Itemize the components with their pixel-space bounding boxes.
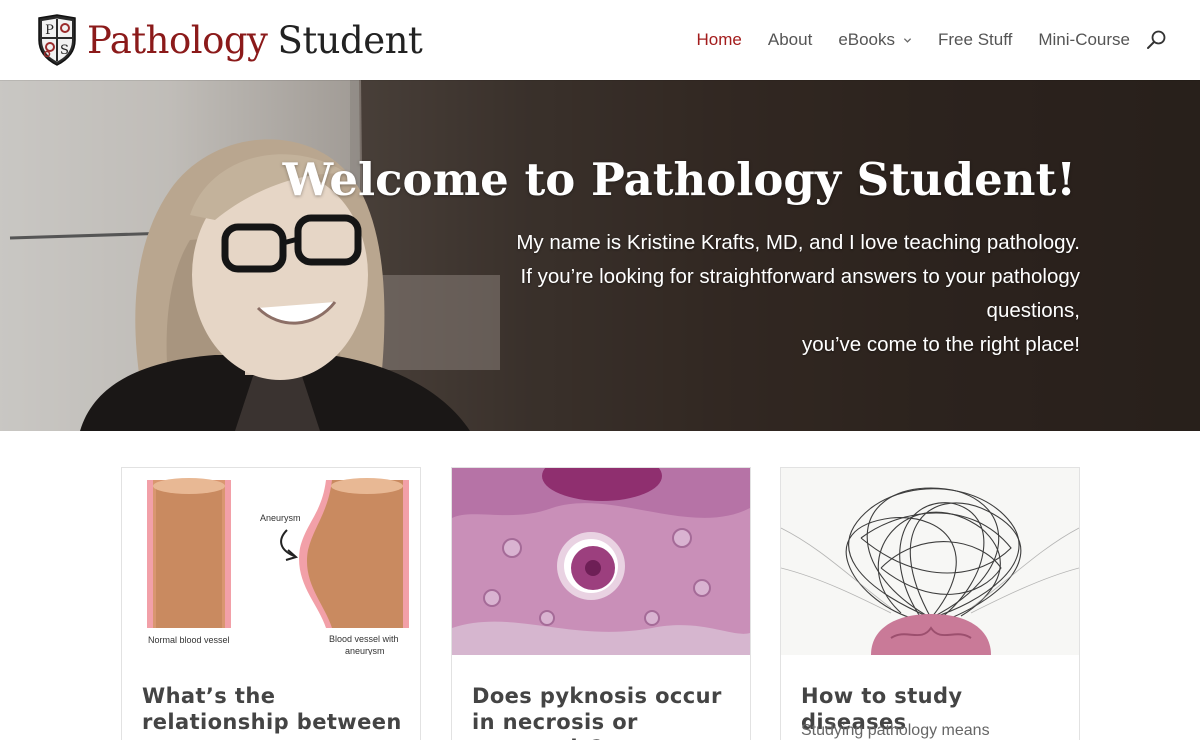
post-card-pyknosis[interactable]: Does pyknosis occur in necrosis or apopt… [451,467,751,740]
hero-line-2: If you’re looking for straightforward an… [520,265,1080,288]
nav-home[interactable]: Home [697,30,742,50]
nav-about[interactable]: About [768,30,812,50]
post-card-study-diseases[interactable]: How to study diseases Studying pathology… [780,467,1080,740]
logo-word-pathology: Pathology [87,18,268,62]
logo-word-student: Student [277,18,423,62]
nav-mini-course-label: Mini-Course [1038,30,1130,49]
post-card-aneurysm[interactable]: Aneurysm Normal blood vessel Blood vesse… [121,467,421,740]
hero-line-1: My name is Kristine Krafts, MD, and I lo… [516,231,1080,254]
aneurysm-diagram-image: Aneurysm Normal blood vessel Blood vesse… [122,468,420,655]
logo-letter-s: S [60,43,69,58]
nav-ebooks-label: eBooks [838,30,896,49]
hero-intro: My name is Kristine Krafts, MD, and I lo… [430,226,1080,362]
site-header: P S Pathology Student Home About eBooks F… [0,0,1200,80]
hero-line-4: you’ve come to the right place! [801,333,1080,356]
hero-banner: Welcome to Pathology Student! My name is… [0,80,1200,431]
brain-scribble-image [781,468,1079,655]
pyknosis-histology-image [452,468,750,655]
post-title[interactable]: What’s the relationship between aneurysm… [142,683,407,740]
label-vessel-aneurysm: aneurysm [345,646,385,655]
nav-about-label: About [767,30,813,49]
label-vessel-with: Blood vessel with [329,634,399,644]
hero-line-3: questions, [986,299,1080,322]
label-normal-vessel: Normal blood vessel [148,635,230,645]
main-nav: Home About eBooks Free Stuff Mini-Course [671,0,1130,80]
logo-shield-icon: P S [38,14,76,66]
nav-ebooks[interactable]: eBooks [838,30,912,50]
site-logo[interactable]: P S Pathology Student [35,14,423,66]
post-title[interactable]: Does pyknosis occur in necrosis or apopt… [472,683,737,740]
chevron-down-icon [903,37,912,43]
nav-home-label: Home [696,30,742,49]
nav-free-stuff-label: Free Stuff [938,30,1013,49]
logo-wordmark: Pathology Student [87,18,423,62]
logo-letter-p: P [45,23,54,38]
search-icon[interactable] [1146,29,1168,51]
hero-title: Welcome to Pathology Student! [282,153,1076,206]
nav-mini-course[interactable]: Mini-Course [1038,30,1130,50]
nav-free-stuff[interactable]: Free Stuff [938,30,1012,50]
post-excerpt: Studying pathology means [801,722,990,739]
label-aneurysm: Aneurysm [260,513,301,523]
